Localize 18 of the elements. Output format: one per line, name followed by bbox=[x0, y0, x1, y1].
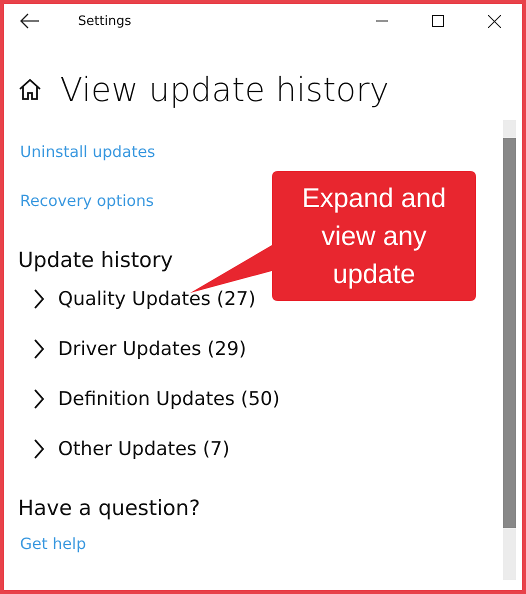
page-title: View update history bbox=[60, 70, 390, 108]
expander-row[interactable]: Definition Updates (50) bbox=[32, 374, 280, 424]
back-arrow-icon[interactable] bbox=[20, 13, 40, 29]
window-title: Settings bbox=[78, 14, 132, 28]
section-heading: Update history bbox=[18, 248, 173, 274]
close-icon bbox=[488, 14, 500, 28]
expander-row[interactable]: Other Updates (7) bbox=[32, 424, 230, 474]
chevron-icon bbox=[32, 388, 46, 410]
expander-row[interactable]: Driver Updates (29) bbox=[32, 324, 246, 374]
maximize-icon bbox=[432, 15, 444, 27]
scrollbar[interactable] bbox=[503, 120, 516, 580]
chevron-icon bbox=[32, 438, 46, 460]
callout-text: Expand and view any update bbox=[300, 182, 448, 291]
section-heading: Have a question? bbox=[18, 496, 200, 522]
home-icon[interactable] bbox=[18, 78, 42, 100]
chevron-icon bbox=[32, 288, 46, 310]
expander-row[interactable]: Quality Updates (27) bbox=[32, 274, 256, 324]
chevron-icon bbox=[32, 338, 46, 360]
